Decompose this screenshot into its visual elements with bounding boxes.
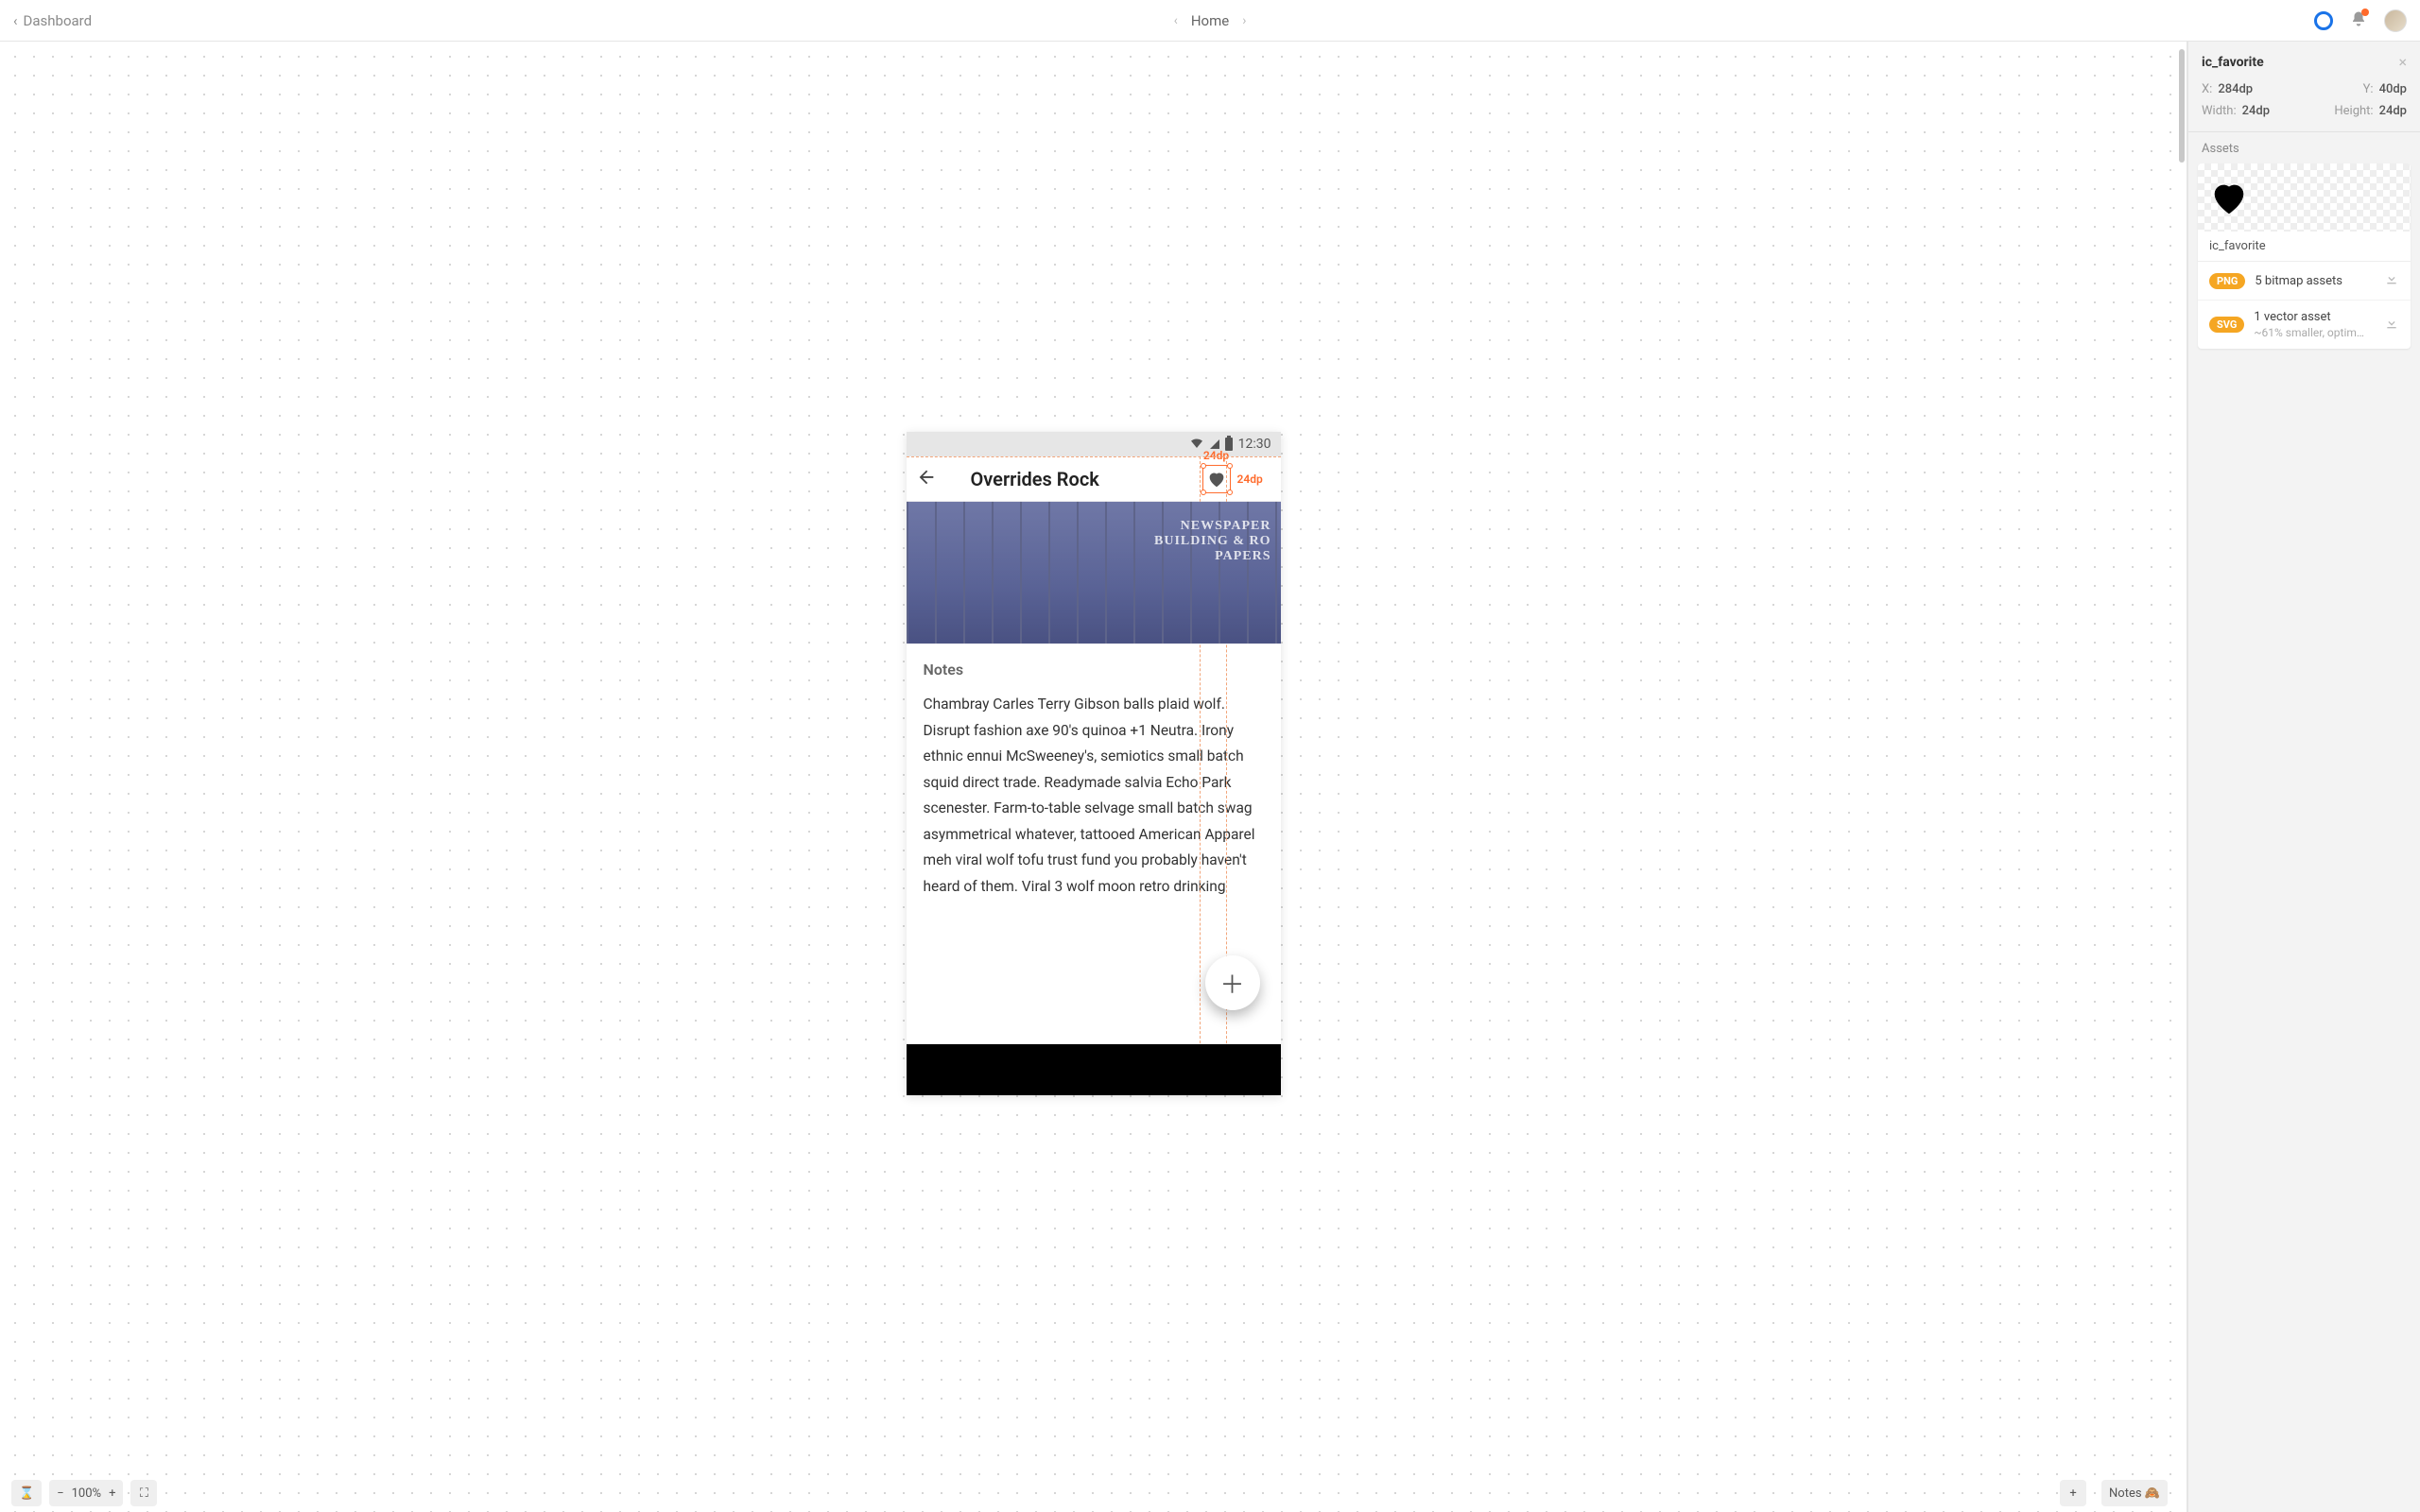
wifi-icon	[1189, 437, 1204, 452]
width-label: Width:	[2202, 104, 2237, 118]
selection-handle[interactable]	[1227, 489, 1233, 494]
zoom-out-icon[interactable]: −	[57, 1486, 63, 1501]
chevron-right-icon[interactable]: ›	[1242, 13, 1246, 28]
arrow-back-icon[interactable]	[916, 466, 937, 490]
canvas-scrollbar[interactable]	[2179, 49, 2185, 163]
measurement-label: 24dp	[1203, 448, 1229, 461]
notes-button[interactable]: Notes 🙈	[2101, 1480, 2168, 1506]
selected-element-ic-favorite[interactable]: 24dp 24dp	[1203, 465, 1230, 491]
download-icon[interactable]	[2384, 316, 2399, 335]
clock: 12:30	[1238, 437, 1271, 452]
png-badge: PNG	[2209, 273, 2245, 289]
chevron-left-icon[interactable]: ‹	[1174, 13, 1178, 28]
android-navbar	[907, 1044, 1281, 1095]
heart-icon	[1206, 468, 1227, 489]
svg-text: 1 vector asset	[2254, 310, 2330, 324]
notes-heading: Notes	[924, 661, 1264, 679]
selection-handle[interactable]	[1227, 462, 1233, 468]
asset-preview	[2198, 163, 2411, 232]
download-icon[interactable]	[2384, 271, 2399, 290]
app-bar: Overrides Rock 24dp 24dp	[907, 456, 1281, 502]
notes-card: Notes Chambray Carles Terry Gibson balls…	[907, 644, 1281, 901]
artboard-phone[interactable]: 12:30 Overrides Rock 24dp	[907, 432, 1281, 1095]
signal-icon	[1210, 439, 1219, 449]
avatar[interactable]	[2384, 9, 2407, 32]
y-value: 40dp	[2379, 82, 2407, 96]
canvas[interactable]: 12:30 Overrides Rock 24dp	[0, 42, 2187, 1512]
selection-handle[interactable]	[1201, 462, 1206, 468]
height-label: Height:	[2334, 104, 2373, 118]
asset-row-png[interactable]: PNG 5 bitmap assets	[2198, 262, 2411, 301]
back-label: Dashboard	[24, 12, 93, 29]
plus-icon: ＋	[1219, 965, 1244, 1000]
notification-dot	[2361, 9, 2369, 16]
y-label: Y:	[2363, 82, 2374, 96]
x-value: 284dp	[2218, 82, 2253, 96]
width-value: 24dp	[2242, 104, 2270, 118]
hourglass-icon: ⌛	[19, 1486, 34, 1501]
asset-name: ic_favorite	[2198, 232, 2411, 262]
asset-card: ic_favorite PNG 5 bitmap assets SVG 1 ve…	[2198, 163, 2411, 349]
height-value: 24dp	[2379, 104, 2407, 118]
fullscreen-button[interactable]: ⛶	[130, 1480, 157, 1506]
zoom-value: 100%	[72, 1486, 101, 1501]
png-text: 5 bitmap assets	[2255, 274, 2375, 288]
selection-handle[interactable]	[1201, 489, 1206, 494]
fab-add[interactable]: ＋	[1205, 955, 1260, 1010]
notifications-button[interactable]	[2350, 10, 2367, 31]
inspector-title: ic_favorite	[2202, 55, 2264, 70]
chevron-left-icon: ‹	[13, 12, 18, 29]
notes-button-label: Notes 🙈	[2109, 1486, 2160, 1501]
x-label: X:	[2202, 82, 2212, 96]
notes-body: Chambray Carles Terry Gibson balls plaid…	[924, 692, 1264, 901]
svg-subtext: ~61% smaller, optim…	[2254, 326, 2375, 339]
measurement-label: 24dp	[1237, 472, 1263, 485]
page-title: Overrides Rock	[971, 467, 1099, 490]
add-button[interactable]: +	[2060, 1480, 2086, 1506]
breadcrumb-current[interactable]: Home	[1191, 12, 1229, 29]
timer-button[interactable]: ⌛	[11, 1480, 42, 1506]
heart-icon	[2207, 176, 2251, 219]
hero-image	[907, 502, 1281, 644]
svg-badge: SVG	[2209, 317, 2244, 333]
back-to-dashboard[interactable]: ‹ Dashboard	[13, 12, 92, 29]
inspector-panel: ic_favorite × X: 284dp Y: 40dp Width: 24…	[2187, 42, 2420, 1512]
expand-icon: ⛶	[140, 1486, 148, 1501]
close-icon[interactable]: ×	[2398, 53, 2407, 71]
topbar: ‹ Dashboard ‹ Home ›	[0, 0, 2420, 42]
breadcrumb: ‹ Home ›	[1174, 12, 1247, 29]
asset-row-svg[interactable]: SVG 1 vector asset ~61% smaller, optim…	[2198, 301, 2411, 349]
sync-status-icon[interactable]	[2314, 11, 2333, 30]
zoom-in-icon[interactable]: +	[109, 1486, 115, 1501]
plus-icon: +	[2069, 1486, 2076, 1501]
zoom-control[interactable]: − 100% +	[49, 1480, 123, 1506]
assets-section-label: Assets	[2188, 132, 2420, 163]
